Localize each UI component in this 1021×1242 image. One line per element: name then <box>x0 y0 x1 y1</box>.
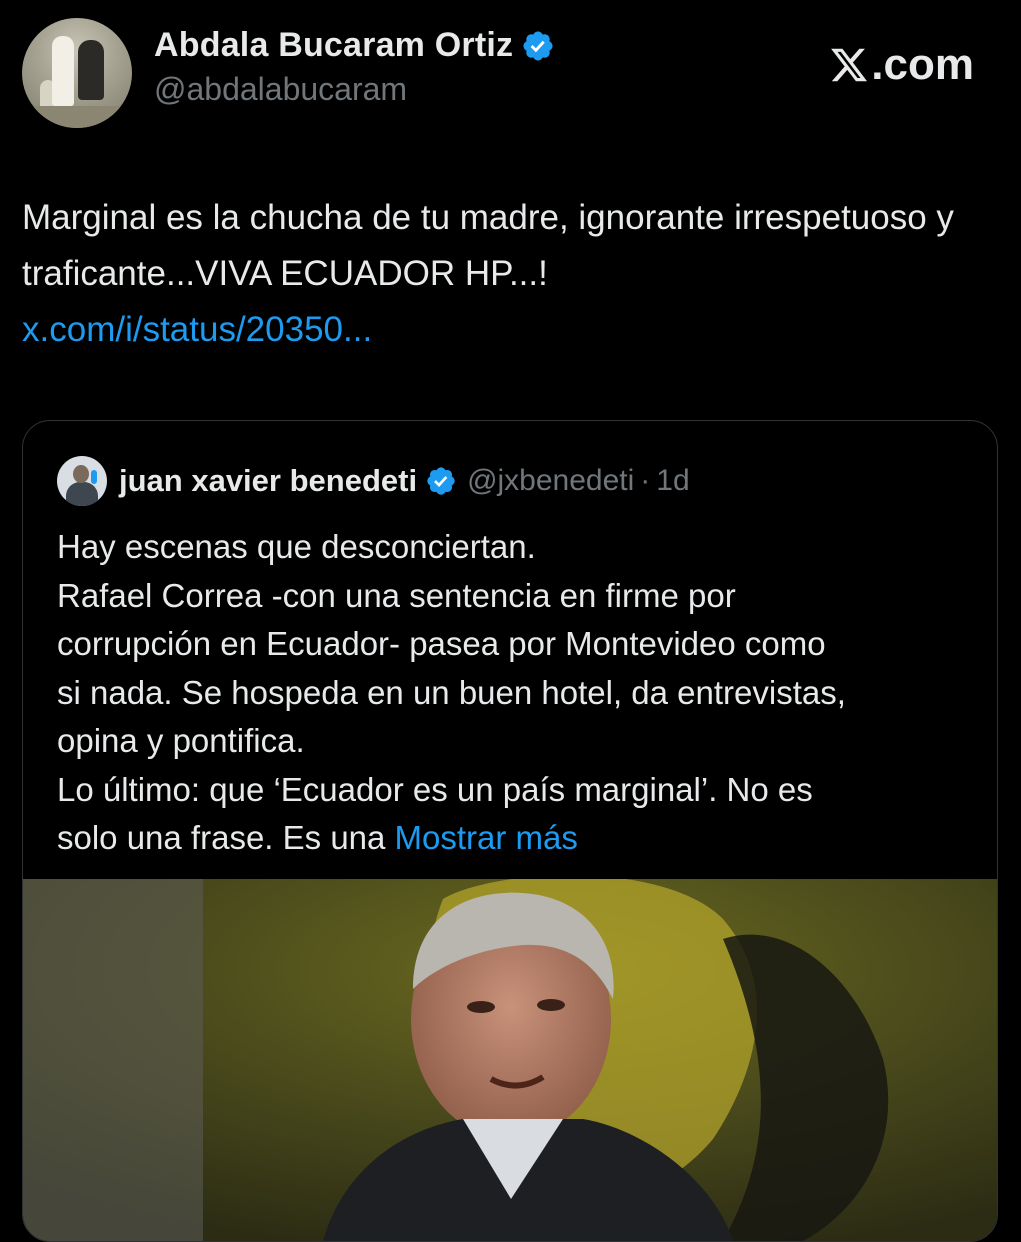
quote-author-name[interactable]: juan xavier benedeti <box>119 463 417 499</box>
quote-avatar-mic <box>91 470 97 484</box>
media-left-panel <box>23 879 203 1241</box>
quote-verified-badge-icon <box>427 467 455 495</box>
quote-text-line: opina y pontifica. <box>57 722 305 759</box>
media-person-eye-left <box>467 1001 495 1013</box>
quote-text-line: Lo último: que ‘Ecuador es un país margi… <box>57 770 813 808</box>
quote-text-line: si nada. Se hospeda en un buen hotel, da… <box>57 673 846 711</box>
quote-author-handle[interactable]: @jxbenedeti <box>467 464 634 498</box>
tweet-card[interactable]: Abdala Bucaram Ortiz @abdalabucaram .com… <box>0 0 1021 1242</box>
author-handle[interactable]: @abdalabucaram <box>154 71 555 108</box>
quote-author-avatar[interactable] <box>57 456 107 506</box>
quote-media-video-thumbnail[interactable] <box>23 879 997 1241</box>
verified-badge-icon <box>523 30 553 61</box>
author-name-row: Abdala Bucaram Ortiz <box>154 26 555 65</box>
tweet-body: Marginal es la chucha de tu madre, ignor… <box>22 190 982 358</box>
quoted-tweet[interactable]: juan xavier benedeti @jxbenedeti · 1d Ha… <box>22 420 998 1242</box>
quote-separator: · <box>640 464 651 497</box>
quote-text-line-last: solo una frase. Es una Mostrar más <box>57 814 977 863</box>
author-avatar[interactable] <box>22 18 132 128</box>
tweet-header: Abdala Bucaram Ortiz @abdalabucaram .com <box>22 18 1002 128</box>
tweet-text: Marginal es la chucha de tu madre, ignor… <box>22 198 954 293</box>
site-label-text: .com <box>871 40 974 89</box>
quote-header: juan xavier benedeti @jxbenedeti · 1d <box>57 455 690 507</box>
quote-avatar-body <box>66 482 98 506</box>
site-label: .com <box>829 40 974 90</box>
quote-text-line: Rafael Correa -con una sentencia en firm… <box>57 576 736 614</box>
quote-text-tail: solo una frase. Es una <box>57 819 386 856</box>
quote-avatar-head <box>73 465 89 483</box>
avatar-figure-right <box>78 40 104 100</box>
tweet-link[interactable]: x.com/i/status/20350... <box>22 310 372 349</box>
avatar-figure-left <box>52 36 74 106</box>
avatar-floor <box>22 106 132 128</box>
media-person-eye-right <box>537 999 565 1011</box>
x-logo-icon <box>831 48 868 82</box>
show-more-link[interactable]: Mostrar más <box>395 819 578 856</box>
quote-body: Hay escenas que desconciertan. Rafael Co… <box>57 523 977 863</box>
author-name[interactable]: Abdala Bucaram Ortiz <box>154 26 513 65</box>
quote-text-line: corrupción en Ecuador- pasea por Montevi… <box>57 625 826 662</box>
author-info: Abdala Bucaram Ortiz @abdalabucaram <box>154 26 555 108</box>
quote-timestamp[interactable]: 1d <box>656 464 689 498</box>
quote-text-line: Hay escenas que desconciertan. <box>57 528 536 565</box>
